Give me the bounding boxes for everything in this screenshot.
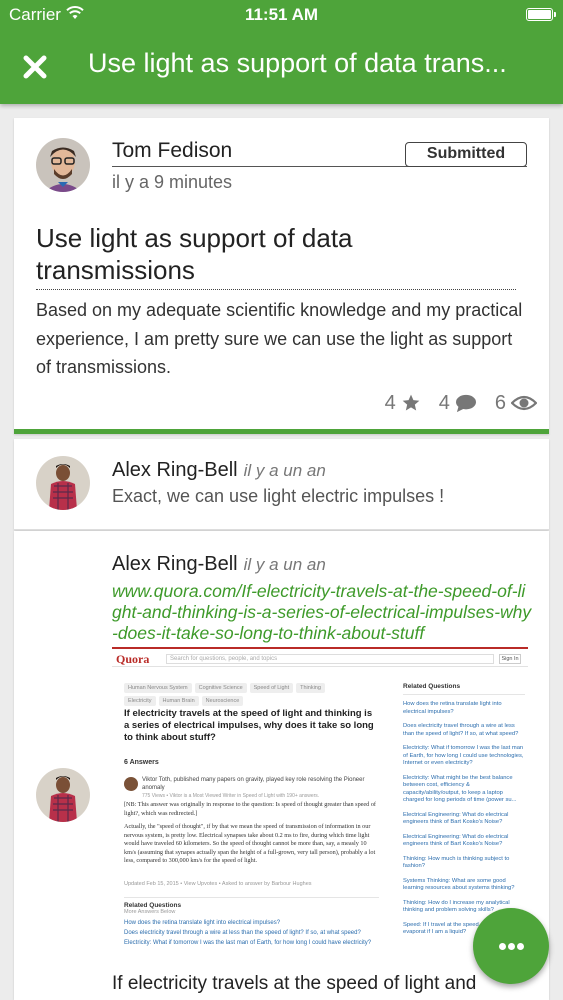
- link-preview-image[interactable]: Quora Search for questions, people, and …: [112, 647, 528, 965]
- topic-tag: Human Nervous System: [124, 683, 192, 693]
- related-link: Electrical Engineering: What do electric…: [403, 833, 509, 848]
- answerer-avatar: [124, 777, 138, 791]
- views-count: 6: [494, 391, 506, 414]
- topic-tag: Human Brain: [158, 696, 199, 706]
- answer-paragraph: Actually, the "speed of thought", if by …: [124, 823, 376, 864]
- author-avatar[interactable]: [36, 138, 90, 192]
- commenter-avatar[interactable]: [36, 456, 90, 510]
- stars-count: 4: [384, 391, 396, 414]
- app-bar: Carrier 11:51 AM Use light as support of…: [0, 0, 563, 104]
- answerer-name: Viktor Toth, published many papers on gr…: [142, 777, 365, 791]
- related-link: How does the retina translate light into…: [124, 920, 281, 926]
- related-link: Electricity: What might be the best bala…: [403, 774, 517, 804]
- quora-answers-count: 6 Answers: [124, 759, 159, 766]
- post-time: il y a 9 minutes: [112, 172, 233, 192]
- quora-topic-tags: Human Nervous System Cognitive Science S…: [124, 683, 354, 706]
- topic-tag: Neuroscience: [201, 696, 244, 706]
- quora-related-sidebar: Related Questions How does the retina tr…: [403, 683, 525, 944]
- comment-time: il y a un an: [243, 461, 326, 480]
- more-actions-button[interactable]: [473, 908, 549, 984]
- title-divider: [36, 289, 516, 290]
- quora-answer-body: [NB: This answer was originally in respo…: [124, 801, 379, 871]
- related-link: Electricity: What if tomorrow I was the …: [124, 940, 372, 946]
- star-icon: [402, 394, 420, 411]
- related-link: Electricity: What if tomorrow I was the …: [403, 745, 524, 766]
- post-stats: 4 4 6: [367, 390, 537, 416]
- stars-stat[interactable]: 4: [385, 392, 421, 415]
- answer-meta: Updated Feb 15, 2015 • View Upvotes • As…: [124, 881, 312, 887]
- quora-question-title: If electricity travels at the speed of l…: [124, 708, 374, 743]
- topic-tag: Speed of Light: [249, 683, 294, 693]
- comment-icon: [455, 394, 476, 413]
- comment-text: Exact, we can use light electric impulse…: [112, 486, 445, 506]
- quora-signin-button: Sign In: [499, 654, 521, 664]
- topic-tag: Electricity: [124, 696, 156, 706]
- post-author[interactable]: Tom Fedison: [112, 139, 232, 163]
- comments-count: 4: [438, 391, 450, 414]
- comment-author-name[interactable]: Alex Ring-Bell: [112, 553, 238, 575]
- comments-stat[interactable]: 4: [439, 392, 477, 415]
- related-link: Does electricity travel through a wire a…: [403, 723, 519, 737]
- comment-time: il y a un an: [243, 555, 326, 574]
- comment-author: Alex Ring-Bell il y a un an: [112, 553, 326, 576]
- post-body: Based on my adequate scientific knowledg…: [36, 300, 523, 377]
- status-badge: Submitted: [405, 142, 527, 167]
- eye-icon: [511, 395, 537, 411]
- comment-author: Alex Ring-Bell il y a un an: [112, 459, 326, 482]
- topic-tag: Thinking: [296, 683, 325, 693]
- header-title: Use light as support of data trans...: [88, 48, 507, 78]
- commenter-avatar[interactable]: [36, 768, 90, 822]
- related-heading: Related Questions: [124, 902, 182, 909]
- close-icon: [23, 55, 47, 79]
- answer-paragraph: [NB: This answer was originally in respo…: [124, 801, 376, 817]
- quora-header: Quora Search for questions, people, and …: [112, 651, 528, 667]
- answerer-info: Viktor Toth, published many papers on gr…: [142, 776, 380, 800]
- related-subheading: More Answers Below: [124, 909, 176, 915]
- answerer-meta: 775 Views • Viktor is a Most Viewed Writ…: [142, 793, 320, 799]
- related-heading: Related Questions: [403, 683, 525, 695]
- topic-tag: Cognitive Science: [194, 683, 247, 693]
- related-link: Systems Thinking: What are some good lea…: [403, 877, 515, 892]
- status-bar: Carrier 11:51 AM: [0, 0, 563, 30]
- comment-card: Alex Ring-Bell il y a un an Exact, we can…: [14, 439, 549, 530]
- post-title: Use light as support of data transmissio…: [36, 223, 353, 285]
- quora-answerer: Viktor Toth, published many papers on gr…: [124, 775, 379, 799]
- related-link: Thinking: How much is thinking subject t…: [403, 855, 510, 870]
- quora-related-bottom: Related Questions More Answers Below How…: [124, 897, 379, 948]
- related-link: Electrical Engineering: What do electric…: [403, 811, 509, 826]
- comment-link[interactable]: www.quora.com/If-electricity-travels-at-…: [112, 581, 532, 644]
- quora-search-input: Search for questions, people, and topics: [166, 654, 494, 664]
- close-button[interactable]: [18, 50, 52, 84]
- quora-logo: Quora: [116, 652, 150, 666]
- comment-author-name[interactable]: Alex Ring-Bell: [112, 459, 238, 481]
- battery-icon: [526, 8, 556, 21]
- related-link: How does the retina translate light into…: [403, 701, 502, 715]
- comment-card-with-link: Alex Ring-Bell il y a un an www.quora.com…: [14, 531, 549, 1000]
- link-preview-title: If electricity travels at the speed of l…: [112, 973, 541, 1000]
- post-card: Tom Fedison il y a 9 minutes Submitted U…: [14, 118, 549, 434]
- clock: 11:51 AM: [244, 5, 319, 24]
- related-link: Does electricity travel through a wire a…: [124, 930, 361, 936]
- views-stat: 6: [495, 392, 537, 415]
